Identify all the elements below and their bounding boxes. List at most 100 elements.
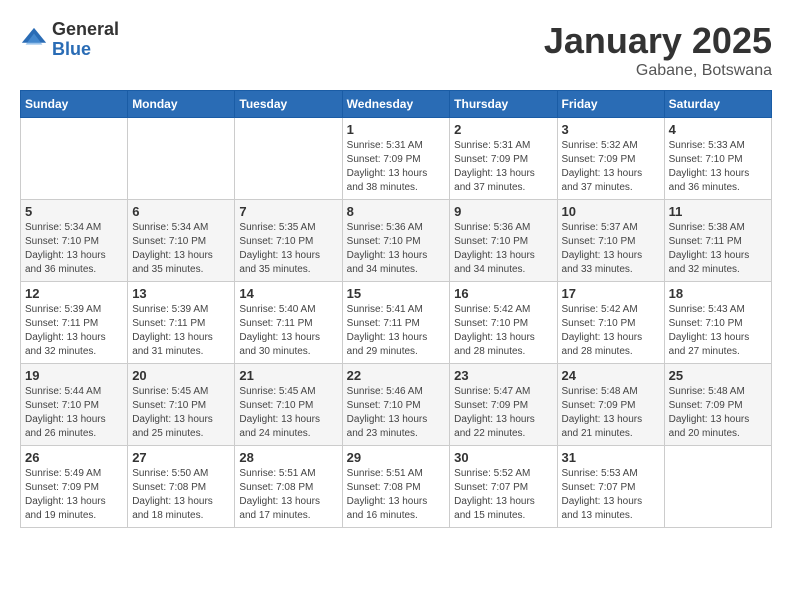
weekday-header: Saturday	[664, 91, 771, 118]
day-info: Sunrise: 5:35 AMSunset: 7:10 PMDaylight:…	[239, 221, 337, 277]
day-info: Sunrise: 5:51 AMSunset: 7:08 PMDaylight:…	[239, 467, 337, 523]
day-number: 23	[454, 368, 552, 383]
day-info: Sunrise: 5:34 AMSunset: 7:10 PMDaylight:…	[132, 221, 230, 277]
calendar-cell: 27Sunrise: 5:50 AMSunset: 7:08 PMDayligh…	[128, 446, 235, 528]
logo: General Blue	[20, 20, 119, 60]
calendar-cell: 26 Sunrise: 5:49 AMSunset: 7:09 PMDayligh…	[21, 446, 128, 528]
day-number: 8	[347, 204, 446, 219]
calendar-table: SundayMondayTuesdayWednesdayThursdayFrid…	[20, 90, 772, 528]
logo-icon	[20, 26, 48, 54]
calendar-cell: 1 Sunrise: 5:31 AMSunset: 7:09 PMDaylight…	[342, 118, 450, 200]
day-number: 15	[347, 286, 446, 301]
logo-text: General Blue	[52, 20, 119, 60]
day-number: 24	[562, 368, 660, 383]
day-number: 28	[239, 450, 337, 465]
day-info: Sunrise: 5:51 AMSunset: 7:08 PMDaylight:…	[347, 467, 446, 523]
logo-blue: Blue	[52, 40, 119, 60]
day-info: Sunrise: 5:42 AMSunset: 7:10 PMDaylight:…	[454, 303, 552, 359]
day-number: 12	[25, 286, 123, 301]
calendar-week-row: 12 Sunrise: 5:39 AMSunset: 7:11 PMDayligh…	[21, 282, 772, 364]
calendar-cell: 19 Sunrise: 5:44 AMSunset: 7:10 PMDayligh…	[21, 364, 128, 446]
calendar-cell	[664, 446, 771, 528]
day-info: Sunrise: 5:48 AMSunset: 7:09 PMDaylight:…	[669, 385, 767, 441]
weekday-header: Tuesday	[235, 91, 342, 118]
day-number: 4	[669, 122, 767, 137]
calendar-cell: 15Sunrise: 5:41 AMSunset: 7:11 PMDayligh…	[342, 282, 450, 364]
day-info: Sunrise: 5:39 AMSunset: 7:11 PMDaylight:…	[25, 303, 123, 359]
day-info: Sunrise: 5:31 AMSunset: 7:09 PMDaylight:…	[347, 139, 446, 195]
day-info: Sunrise: 5:48 AMSunset: 7:09 PMDaylight:…	[562, 385, 660, 441]
day-number: 14	[239, 286, 337, 301]
day-info: Sunrise: 5:45 AMSunset: 7:10 PMDaylight:…	[132, 385, 230, 441]
calendar-cell: 13 Sunrise: 5:39 AMSunset: 7:11 PMDayligh…	[128, 282, 235, 364]
calendar-week-row: 26 Sunrise: 5:49 AMSunset: 7:09 PMDayligh…	[21, 446, 772, 528]
day-info: Sunrise: 5:49 AMSunset: 7:09 PMDaylight:…	[25, 467, 123, 523]
day-info: Sunrise: 5:45 AMSunset: 7:10 PMDaylight:…	[239, 385, 337, 441]
day-info: Sunrise: 5:36 AMSunset: 7:10 PMDaylight:…	[347, 221, 446, 277]
day-info: Sunrise: 5:53 AMSunset: 7:07 PMDaylight:…	[562, 467, 660, 523]
day-number: 21	[239, 368, 337, 383]
calendar-cell	[21, 118, 128, 200]
day-info: Sunrise: 5:50 AMSunset: 7:08 PMDaylight:…	[132, 467, 230, 523]
calendar-cell: 16 Sunrise: 5:42 AMSunset: 7:10 PMDayligh…	[450, 282, 557, 364]
day-number: 11	[669, 204, 767, 219]
calendar-cell: 18Sunrise: 5:43 AMSunset: 7:10 PMDayligh…	[664, 282, 771, 364]
calendar-cell: 30Sunrise: 5:52 AMSunset: 7:07 PMDayligh…	[450, 446, 557, 528]
day-number: 2	[454, 122, 552, 137]
day-info: Sunrise: 5:44 AMSunset: 7:10 PMDaylight:…	[25, 385, 123, 441]
calendar-cell: 8 Sunrise: 5:36 AMSunset: 7:10 PMDaylight…	[342, 200, 450, 282]
calendar-cell: 11 Sunrise: 5:38 AMSunset: 7:11 PMDayligh…	[664, 200, 771, 282]
day-number: 26	[25, 450, 123, 465]
calendar-cell: 21 Sunrise: 5:45 AMSunset: 7:10 PMDayligh…	[235, 364, 342, 446]
calendar-cell: 29Sunrise: 5:51 AMSunset: 7:08 PMDayligh…	[342, 446, 450, 528]
day-number: 19	[25, 368, 123, 383]
title-block: January 2025 Gabane, Botswana	[544, 20, 772, 80]
day-number: 30	[454, 450, 552, 465]
day-number: 22	[347, 368, 446, 383]
calendar-cell: 10Sunrise: 5:37 AMSunset: 7:10 PMDayligh…	[557, 200, 664, 282]
logo-general: General	[52, 20, 119, 40]
day-number: 6	[132, 204, 230, 219]
calendar-cell: 2 Sunrise: 5:31 AMSunset: 7:09 PMDaylight…	[450, 118, 557, 200]
calendar-cell	[235, 118, 342, 200]
day-info: Sunrise: 5:38 AMSunset: 7:11 PMDaylight:…	[669, 221, 767, 277]
calendar-cell: 3 Sunrise: 5:32 AMSunset: 7:09 PMDaylight…	[557, 118, 664, 200]
day-info: Sunrise: 5:33 AMSunset: 7:10 PMDaylight:…	[669, 139, 767, 195]
calendar-cell: 6 Sunrise: 5:34 AMSunset: 7:10 PMDaylight…	[128, 200, 235, 282]
calendar-cell: 24 Sunrise: 5:48 AMSunset: 7:09 PMDayligh…	[557, 364, 664, 446]
location: Gabane, Botswana	[544, 62, 772, 80]
weekday-header: Friday	[557, 91, 664, 118]
page-header: General Blue January 2025 Gabane, Botswa…	[20, 20, 772, 80]
calendar-cell: 17Sunrise: 5:42 AMSunset: 7:10 PMDayligh…	[557, 282, 664, 364]
calendar-cell: 7Sunrise: 5:35 AMSunset: 7:10 PMDaylight…	[235, 200, 342, 282]
weekday-header: Wednesday	[342, 91, 450, 118]
calendar-cell: 12 Sunrise: 5:39 AMSunset: 7:11 PMDayligh…	[21, 282, 128, 364]
day-number: 9	[454, 204, 552, 219]
day-number: 25	[669, 368, 767, 383]
day-info: Sunrise: 5:31 AMSunset: 7:09 PMDaylight:…	[454, 139, 552, 195]
day-info: Sunrise: 5:39 AMSunset: 7:11 PMDaylight:…	[132, 303, 230, 359]
day-info: Sunrise: 5:36 AMSunset: 7:10 PMDaylight:…	[454, 221, 552, 277]
day-info: Sunrise: 5:43 AMSunset: 7:10 PMDaylight:…	[669, 303, 767, 359]
calendar-cell: 20 Sunrise: 5:45 AMSunset: 7:10 PMDayligh…	[128, 364, 235, 446]
day-number: 10	[562, 204, 660, 219]
month-title: January 2025	[544, 20, 772, 62]
weekday-header: Monday	[128, 91, 235, 118]
day-info: Sunrise: 5:34 AMSunset: 7:10 PMDaylight:…	[25, 221, 123, 277]
calendar-cell: 22Sunrise: 5:46 AMSunset: 7:10 PMDayligh…	[342, 364, 450, 446]
day-number: 1	[347, 122, 446, 137]
day-number: 20	[132, 368, 230, 383]
calendar-week-row: 5Sunrise: 5:34 AMSunset: 7:10 PMDaylight…	[21, 200, 772, 282]
day-number: 13	[132, 286, 230, 301]
calendar-cell: 23Sunrise: 5:47 AMSunset: 7:09 PMDayligh…	[450, 364, 557, 446]
calendar-cell: 9 Sunrise: 5:36 AMSunset: 7:10 PMDaylight…	[450, 200, 557, 282]
weekday-header-row: SundayMondayTuesdayWednesdayThursdayFrid…	[21, 91, 772, 118]
day-number: 3	[562, 122, 660, 137]
calendar-cell: 14 Sunrise: 5:40 AMSunset: 7:11 PMDayligh…	[235, 282, 342, 364]
calendar-cell: 5Sunrise: 5:34 AMSunset: 7:10 PMDaylight…	[21, 200, 128, 282]
day-info: Sunrise: 5:32 AMSunset: 7:09 PMDaylight:…	[562, 139, 660, 195]
weekday-header: Thursday	[450, 91, 557, 118]
calendar-cell: 31Sunrise: 5:53 AMSunset: 7:07 PMDayligh…	[557, 446, 664, 528]
day-info: Sunrise: 5:40 AMSunset: 7:11 PMDaylight:…	[239, 303, 337, 359]
day-number: 16	[454, 286, 552, 301]
